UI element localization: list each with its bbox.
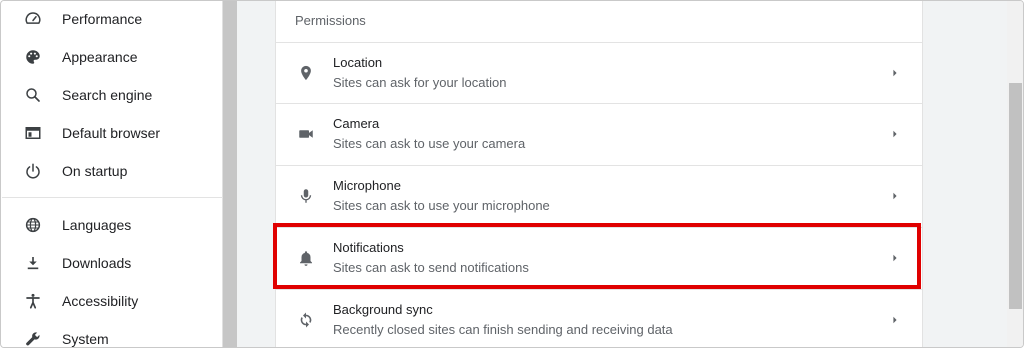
sidebar-item-downloads[interactable]: Downloads bbox=[2, 245, 223, 281]
sidebar-item-system[interactable]: System bbox=[2, 321, 223, 347]
chevron-right-icon bbox=[890, 128, 900, 140]
sync-icon bbox=[296, 310, 316, 330]
sidebar-item-label: On startup bbox=[62, 163, 128, 179]
browser-settings-window: Performance Appearance Search engine Def… bbox=[0, 0, 1024, 348]
sidebar-gutter bbox=[223, 1, 237, 347]
sidebar-item-label: Languages bbox=[62, 217, 132, 233]
row-subtitle: Sites can ask to use your microphone bbox=[333, 198, 550, 213]
chevron-right-icon bbox=[890, 252, 900, 264]
sidebar-item-appearance[interactable]: Appearance bbox=[2, 39, 223, 75]
chevron-right-icon bbox=[890, 190, 900, 202]
section-title: Permissions bbox=[295, 13, 366, 28]
sidebar-item-label: Downloads bbox=[62, 255, 132, 271]
sidebar-divider bbox=[2, 197, 223, 198]
wrench-icon bbox=[24, 330, 42, 347]
sidebar-item-accessibility[interactable]: Accessibility bbox=[2, 283, 223, 319]
row-title: Location bbox=[333, 55, 383, 70]
sidebar-item-label: Appearance bbox=[62, 49, 138, 65]
sidebar-item-on-startup[interactable]: On startup bbox=[2, 153, 223, 189]
row-title: Camera bbox=[333, 116, 380, 131]
sidebar-item-label: Performance bbox=[62, 11, 143, 27]
row-title: Notifications bbox=[333, 240, 404, 255]
sidebar-item-label: Default browser bbox=[62, 125, 161, 141]
sidebar-item-performance[interactable]: Performance bbox=[2, 1, 223, 37]
row-subtitle: Recently closed sites can finish sending… bbox=[333, 322, 673, 337]
sidebar-item-languages[interactable]: Languages bbox=[2, 207, 223, 243]
scrollbar-thumb[interactable] bbox=[1009, 83, 1022, 309]
search-icon bbox=[24, 86, 42, 104]
camera-icon bbox=[296, 124, 316, 144]
palette-icon bbox=[24, 48, 42, 66]
settings-sidebar: Performance Appearance Search engine Def… bbox=[2, 1, 223, 347]
sidebar-item-label: Search engine bbox=[62, 87, 153, 103]
sidebar-item-label: Accessibility bbox=[62, 293, 139, 309]
sidebar-item-default-browser[interactable]: Default browser bbox=[2, 115, 223, 151]
permissions-card: Permissions Location Sites can ask for y… bbox=[275, 1, 923, 347]
power-icon bbox=[24, 162, 42, 180]
sidebar-item-search-engine[interactable]: Search engine bbox=[2, 77, 223, 113]
browser-window-icon bbox=[24, 124, 42, 142]
permission-row-microphone[interactable]: Microphone Sites can ask to use your mic… bbox=[276, 165, 922, 227]
microphone-icon bbox=[296, 186, 316, 206]
row-subtitle: Sites can ask to send notifications bbox=[333, 260, 529, 275]
location-pin-icon bbox=[296, 63, 316, 83]
permission-row-camera[interactable]: Camera Sites can ask to use your camera bbox=[276, 103, 922, 165]
globe-icon bbox=[24, 216, 42, 234]
row-subtitle: Sites can ask to use your camera bbox=[333, 136, 526, 151]
permission-row-notifications[interactable]: Notifications Sites can ask to send noti… bbox=[276, 227, 922, 289]
bell-icon bbox=[296, 248, 316, 268]
row-title: Background sync bbox=[333, 302, 433, 317]
speedometer-icon bbox=[24, 10, 42, 28]
chevron-right-icon bbox=[890, 314, 900, 326]
download-icon bbox=[24, 254, 42, 272]
permission-row-background-sync[interactable]: Background sync Recently closed sites ca… bbox=[276, 289, 922, 347]
chevron-right-icon bbox=[890, 67, 900, 79]
row-subtitle: Sites can ask for your location bbox=[333, 75, 507, 90]
permission-row-location[interactable]: Location Sites can ask for your location bbox=[276, 42, 922, 104]
row-title: Microphone bbox=[333, 178, 401, 193]
sidebar-item-label: System bbox=[62, 331, 109, 347]
accessibility-icon bbox=[24, 292, 42, 310]
